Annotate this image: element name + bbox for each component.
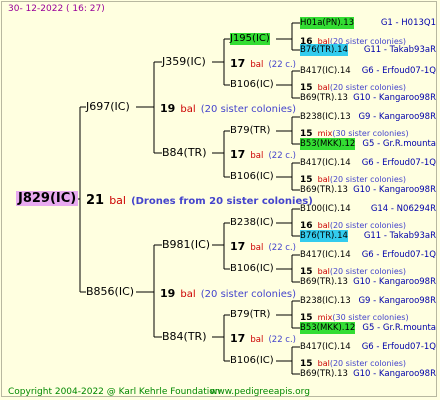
gen3-queen[interactable]: B79(TR): [230, 125, 270, 137]
gen4-info: G10 - Kangaroo98R: [353, 277, 436, 287]
gen1-type: bal: [180, 289, 196, 300]
gen2-queen[interactable]: B84(TR): [162, 331, 207, 343]
gen2-type: bal: [250, 60, 264, 70]
gen2-type: bal: [250, 243, 264, 253]
gen3-queen[interactable]: J195(IC): [230, 33, 270, 45]
copyright: Copyright 2004-2022 @ Karl Kehrle Founda…: [8, 387, 221, 397]
gen4-info: G6 - Erfoud07-1Q: [361, 250, 436, 260]
gen1-detail: 19 bal (20 sister colonies): [160, 286, 296, 301]
gen1-year: 19: [160, 287, 176, 300]
gen4-info: G9 - Kangaroo98R: [358, 296, 436, 306]
gen4-info: G6 - Erfoud07-1Q: [361, 158, 436, 168]
gen2-year: 17: [230, 57, 246, 70]
gen4-queen[interactable]: B238(IC).13: [300, 111, 351, 123]
gen4-info: G11 - Takab93aR: [363, 45, 436, 55]
gen4-queen[interactable]: B69(TR).13: [300, 92, 348, 104]
gen2-type: bal: [250, 335, 264, 345]
gen3-queen[interactable]: B106(IC): [230, 263, 274, 275]
gen2-detail: 17 bal (22 c.): [230, 331, 296, 346]
root-note: (Drones from 20 sister colonies): [131, 196, 313, 207]
gen4-queen[interactable]: B100(IC).14: [300, 203, 351, 215]
gen2-queen[interactable]: J359(IC): [162, 56, 206, 68]
gen4-queen[interactable]: H01a(PN).13: [300, 17, 355, 29]
gen3-queen[interactable]: B106(IC): [230, 355, 274, 367]
gen2-note: (22 c.): [268, 60, 296, 70]
gen2-note: (22 c.): [268, 151, 296, 161]
root-type: bal: [109, 194, 126, 207]
gen4-queen[interactable]: B69(TR).13: [300, 184, 348, 196]
gen3-type: mix: [317, 313, 333, 322]
gen2-queen[interactable]: B981(IC): [162, 239, 210, 251]
gen1-queen[interactable]: B856(IC): [86, 286, 134, 298]
gen2-year: 17: [230, 332, 246, 345]
gen3-note: (30 sister colonies): [332, 313, 409, 322]
gen4-queen[interactable]: B417(IC).14: [300, 341, 351, 353]
gen3-type: mix: [317, 129, 333, 138]
gen4-queen[interactable]: B417(IC).14: [300, 249, 351, 261]
gen2-detail: 17 bal (22 c.): [230, 147, 296, 162]
gen1-type: bal: [180, 104, 196, 115]
gen2-type: bal: [250, 151, 264, 161]
gen4-queen[interactable]: B238(IC).13: [300, 295, 351, 307]
pedigree-chart: 30- 12-2022 ( 16: 27) J829(IC) 21 bal (D…: [0, 0, 440, 400]
root-detail: 21 bal (Drones from 20 sister colonies): [86, 193, 313, 208]
gen4-info: G6 - Erfoud07-1Q: [361, 342, 436, 352]
gen4-info: G5 - Gr.R.mounta: [362, 139, 436, 149]
gen3-type: bal: [317, 221, 330, 230]
gen3-queen[interactable]: B238(IC): [230, 217, 274, 229]
gen4-info: G10 - Kangaroo98R: [353, 369, 436, 379]
root-year: 21: [86, 193, 105, 208]
gen3-queen[interactable]: B106(IC): [230, 79, 274, 91]
gen3-type: bal: [317, 175, 330, 184]
gen1-note: (20 sister colonies): [200, 104, 297, 115]
gen3-note: (20 sister colonies): [329, 83, 407, 92]
gen2-note: (22 c.): [268, 243, 296, 253]
gen4-queen[interactable]: B417(IC).14: [300, 65, 351, 77]
gen4-queen[interactable]: B53(MKK).12: [300, 138, 356, 150]
gen4-info: G5 - Gr.R.mounta: [362, 323, 436, 333]
gen3-type: bal: [317, 83, 330, 92]
gen4-info: G9 - Kangaroo98R: [358, 112, 436, 122]
gen2-detail: 17 bal (22 c.): [230, 56, 296, 71]
gen2-detail: 17 bal (22 c.): [230, 239, 296, 254]
gen1-note: (20 sister colonies): [200, 289, 297, 300]
gen2-year: 17: [230, 240, 246, 253]
gen3-note: (20 sister colonies): [329, 175, 407, 184]
gen1-queen[interactable]: J697(IC): [86, 101, 130, 113]
gen4-queen[interactable]: B69(TR).13: [300, 368, 348, 380]
gen4-info: G10 - Kangaroo98R: [353, 93, 436, 103]
gen4-queen[interactable]: B69(TR).13: [300, 276, 348, 288]
gen4-queen[interactable]: B417(IC).14: [300, 157, 351, 169]
gen3-note: (30 sister colonies): [332, 129, 409, 138]
gen4-info: G1 - H013Q1: [380, 18, 436, 28]
gen4-queen[interactable]: B76(TR).14: [300, 44, 348, 56]
gen4-info: G11 - Takab93aR: [363, 231, 436, 241]
gen3-queen[interactable]: B106(IC): [230, 171, 274, 183]
gen4-queen[interactable]: B53(MKK).12: [300, 322, 356, 334]
gen3-note: (20 sister colonies): [329, 221, 407, 230]
gen4-info: G14 - N06294R: [370, 204, 436, 214]
gen2-note: (22 c.): [268, 335, 296, 345]
gen2-year: 17: [230, 148, 246, 161]
gen3-note: (20 sister colonies): [329, 267, 407, 276]
gen2-queen[interactable]: B84(TR): [162, 147, 207, 159]
site-link[interactable]: www.pedigreeapis.org: [210, 386, 310, 398]
gen4-queen[interactable]: B76(TR).14: [300, 230, 348, 242]
print-date: 30- 12-2022 ( 16: 27): [8, 4, 105, 14]
gen1-detail: 19 bal (20 sister colonies): [160, 101, 296, 116]
gen3-queen[interactable]: B79(TR): [230, 309, 270, 321]
gen3-type: bal: [317, 359, 330, 368]
gen1-year: 19: [160, 102, 176, 115]
gen4-info: G10 - Kangaroo98R: [353, 185, 436, 195]
gen3-note: (20 sister colonies): [329, 359, 407, 368]
gen3-type: bal: [317, 267, 330, 276]
gen4-info: G6 - Erfoud07-1Q: [361, 66, 436, 76]
root-queen[interactable]: J829(IC): [16, 191, 79, 206]
